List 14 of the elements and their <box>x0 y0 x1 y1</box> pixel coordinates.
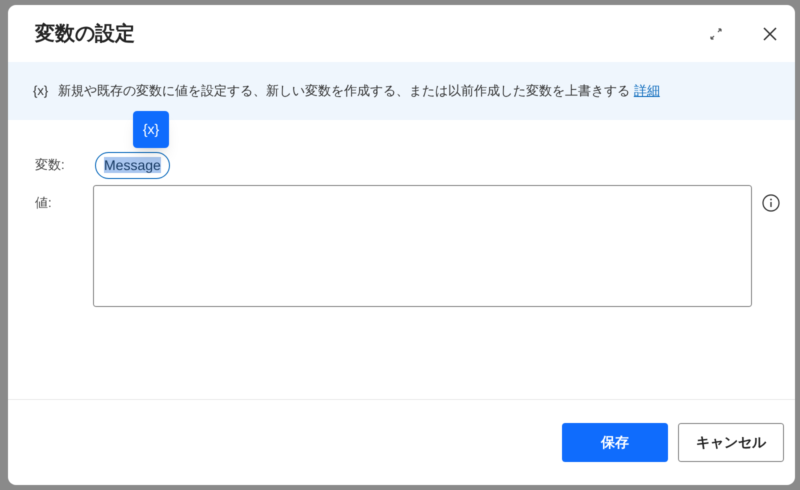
variable-token[interactable]: Message <box>95 152 170 178</box>
expand-icon[interactable] <box>709 26 723 40</box>
info-icon[interactable] <box>762 194 780 212</box>
field-label: 値: <box>35 194 53 212</box>
details-link[interactable]: 詳細 <box>634 83 660 98</box>
banner-text: 新規や既存の変数に値を設定する、新しい変数を作成する、または以前作成した変数を上書きする 詳細 <box>58 82 660 100</box>
field-label: 変数: <box>35 156 66 174</box>
close-icon[interactable] <box>763 26 777 40</box>
cancel-button[interactable]: キャンセル <box>678 423 784 462</box>
variable-icon-text: {x} <box>33 82 48 100</box>
dialog-title: 変数の設定 <box>35 22 136 46</box>
value-field[interactable] <box>93 185 752 307</box>
variable-picker-button[interactable]: {x} <box>133 111 169 148</box>
save-button[interactable]: 保存 <box>562 423 668 462</box>
